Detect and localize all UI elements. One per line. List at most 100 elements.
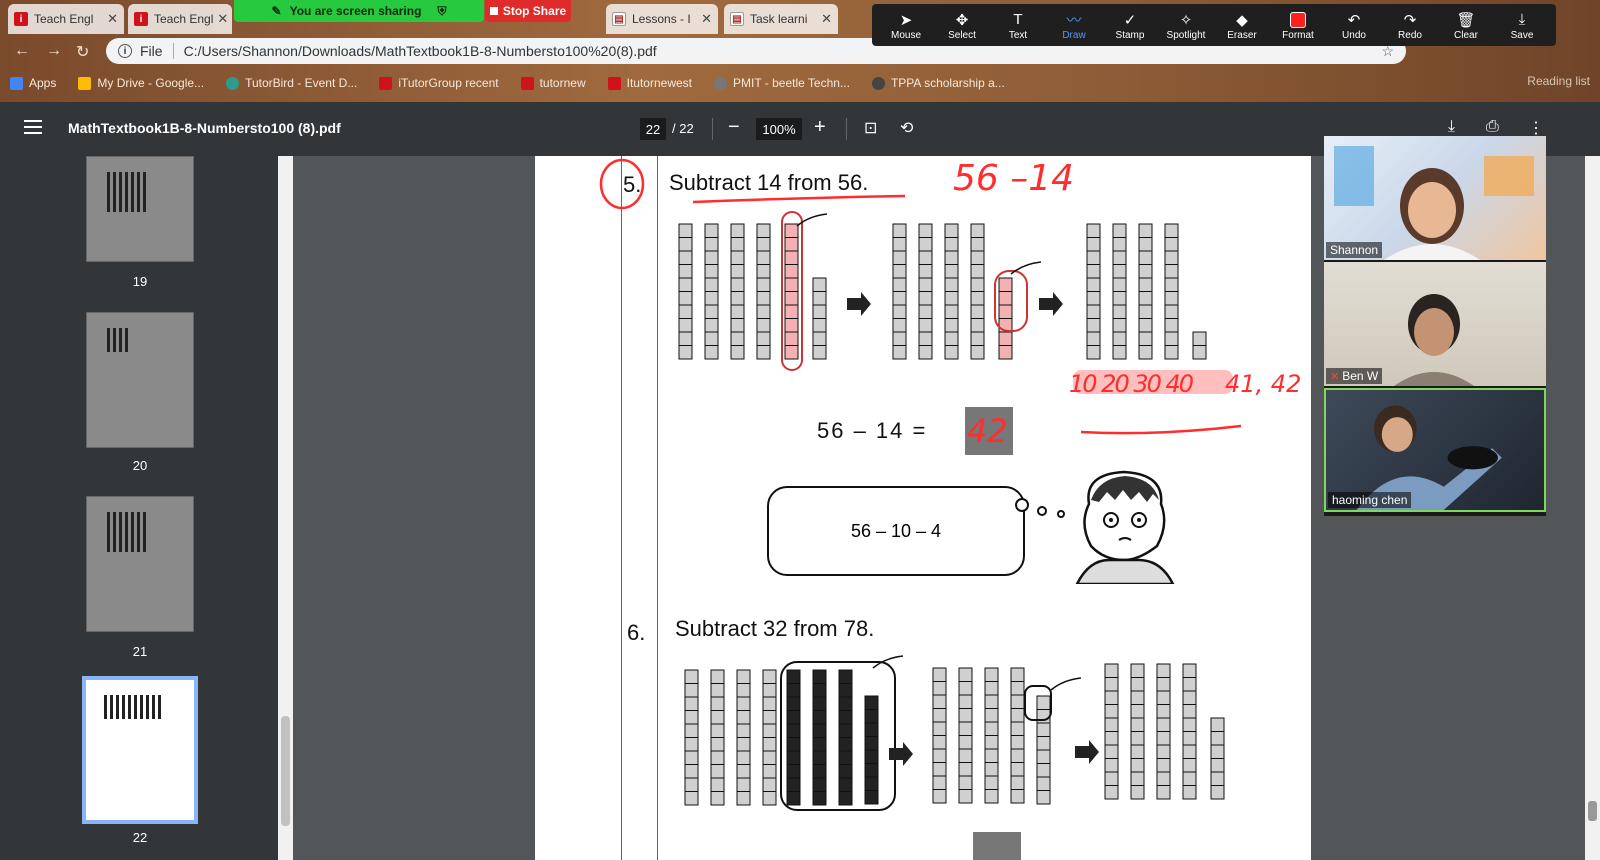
tool-label: Text [1008, 29, 1028, 41]
shield-icon: ⛨ [437, 3, 447, 18]
tool-label: Stamp [1115, 29, 1145, 41]
ink-underline [1080, 424, 1242, 435]
mouse-tool-button[interactable]: ➤ Mouse [884, 10, 928, 41]
page-thumbnail-20[interactable] [86, 312, 194, 448]
browser-tab-3[interactable]: ▤ Lessons - I ✕ [606, 4, 718, 34]
bookmark-pmit[interactable]: PMIT - beetle Techn... [714, 76, 850, 90]
rotate-icon[interactable]: ⟲ [900, 118, 913, 138]
bookmark-label: tutornew [539, 76, 586, 90]
video-tile-haoming-chen[interactable]: haoming chen [1324, 388, 1546, 512]
bookmark-tppa[interactable]: TPPA scholarship a... [871, 76, 1005, 90]
ink-annotations [599, 158, 1242, 435]
scrollbar-thumb[interactable] [281, 716, 290, 826]
tutorbird-icon [226, 76, 240, 90]
stamp-tool-button[interactable]: ✓ Stamp [1108, 10, 1152, 41]
bookmark-label: TPPA scholarship a... [890, 76, 1005, 90]
reload-icon[interactable]: ↻ [76, 42, 89, 62]
bookmark-label: TutorBird - Event D... [245, 76, 358, 90]
doc-icon: ▤ [612, 12, 626, 26]
tool-label: Undo [1342, 29, 1366, 41]
bookmark-itutornewest[interactable]: Itutornewest [607, 76, 692, 90]
back-icon[interactable]: ← [14, 42, 30, 60]
draw-icon: 〰 [1066, 12, 1082, 29]
ink-handwriting: 10 20 30 40 [1069, 370, 1194, 398]
itutor-icon [520, 76, 534, 90]
clear-tool-button[interactable]: 🗑 Clear [1444, 10, 1488, 41]
tab-label: Teach Engl [154, 12, 214, 26]
page-total: / 22 [672, 121, 694, 136]
save-icon: ⤓ [1518, 11, 1526, 28]
info-icon[interactable]: i [118, 44, 132, 58]
thumbnail-sidebar: 19 20 21 22 [0, 156, 278, 860]
close-icon[interactable]: ✕ [213, 11, 228, 27]
download-icon[interactable]: ⤓ [1448, 118, 1455, 136]
save-tool-button[interactable]: ⤓ Save [1500, 10, 1544, 41]
close-icon[interactable]: ✕ [103, 11, 118, 27]
draw-tool-button[interactable]: 〰 Draw [1052, 10, 1096, 41]
scrollbar-thumb[interactable] [1588, 801, 1597, 821]
zoom-in-button[interactable]: + [814, 116, 826, 139]
close-icon[interactable]: ✕ [817, 11, 832, 27]
bookmark-tutorbird[interactable]: TutorBird - Event D... [226, 76, 357, 90]
tab-label: Task learni [750, 12, 808, 26]
tool-label: Format [1282, 29, 1314, 41]
stamp-icon: ✓ [1123, 11, 1137, 29]
forward-icon[interactable]: → [46, 42, 62, 60]
tool-label: Eraser [1227, 29, 1257, 41]
thumbnail-preview [104, 695, 164, 719]
bookmark-itutorgroup[interactable]: iTutorGroup recent [379, 76, 499, 90]
undo-tool-button[interactable]: ↶ Undo [1332, 10, 1376, 41]
thumbnail-page-number: 21 [132, 644, 148, 659]
fit-page-icon[interactable]: ⊡ [864, 118, 877, 138]
stop-share-button[interactable]: Stop Share [485, 0, 571, 22]
ink-handwriting: 56 –14 [953, 158, 1075, 199]
page-thumbnail-19[interactable] [86, 156, 194, 262]
zoom-out-button[interactable]: − [728, 116, 740, 139]
browser-tab-2[interactable]: i Teach Engl ✕ [128, 4, 232, 34]
browser-tab-4[interactable]: ▤ Task learni ✕ [724, 4, 838, 34]
stop-share-label: Stop Share [502, 4, 567, 18]
ink-circle [599, 158, 645, 210]
participant-name: Shannon [1326, 242, 1383, 258]
participant-name-label: haoming chen [1332, 493, 1408, 507]
bookmark-label: PMIT - beetle Techn... [733, 76, 850, 90]
spotlight-tool-button[interactable]: ✧ Spotlight [1164, 10, 1208, 41]
divider [712, 118, 713, 140]
eraser-tool-button[interactable]: ◆ Eraser [1220, 10, 1264, 41]
text-tool-button[interactable]: T Text [996, 10, 1040, 41]
document-scrollbar[interactable] [1585, 156, 1600, 860]
thumbnail-scrollbar[interactable] [278, 156, 293, 860]
itutor-icon [607, 76, 621, 90]
bookmark-apps[interactable]: Apps [10, 76, 56, 90]
select-tool-button[interactable]: ✥ Select [940, 10, 984, 41]
thumbnail-preview [107, 172, 147, 212]
bookmark-tutornew[interactable]: tutornew [520, 76, 586, 90]
tool-label: Redo [1398, 29, 1422, 41]
url-text[interactable]: C:/Users/Shannon/Downloads/MathTextbook1… [184, 43, 657, 59]
thumbnail-preview [107, 512, 147, 552]
video-tile-ben-w[interactable]: ✕ Ben W [1324, 262, 1546, 386]
reading-list-button[interactable]: Reading list [1527, 74, 1590, 88]
divider [172, 43, 174, 59]
more-options-icon[interactable]: ⋮ [1528, 118, 1544, 138]
video-tile-shannon[interactable]: Shannon [1324, 136, 1546, 260]
pdf-page: 5. Subtract 14 from 56. 56 – 14 = 56 – 1… [535, 156, 1311, 860]
print-icon[interactable]: ⎙ [1486, 118, 1499, 136]
itutor-icon: i [134, 12, 148, 26]
page-thumbnail-21[interactable] [86, 496, 194, 632]
page-number-input[interactable]: 22 [640, 118, 666, 140]
tppa-icon [871, 76, 885, 90]
ink-underline [692, 194, 906, 204]
participant-name-label: Ben W [1342, 369, 1379, 383]
format-tool-button[interactable]: Format [1276, 10, 1320, 41]
page-thumbnail-22[interactable] [82, 676, 198, 824]
redo-tool-button[interactable]: ↷ Redo [1388, 10, 1432, 41]
thumbnail-page-number: 19 [132, 274, 148, 289]
menu-icon[interactable] [24, 120, 42, 134]
ink-handwriting: 42 [967, 412, 1008, 450]
close-icon[interactable]: ✕ [697, 11, 712, 27]
thumbnail-page-number: 22 [132, 830, 148, 845]
bookmark-my-drive[interactable]: My Drive - Google... [78, 76, 204, 90]
browser-tab-1[interactable]: i Teach Engl ✕ [8, 4, 124, 34]
zoom-level-input[interactable]: 100% [756, 118, 802, 140]
